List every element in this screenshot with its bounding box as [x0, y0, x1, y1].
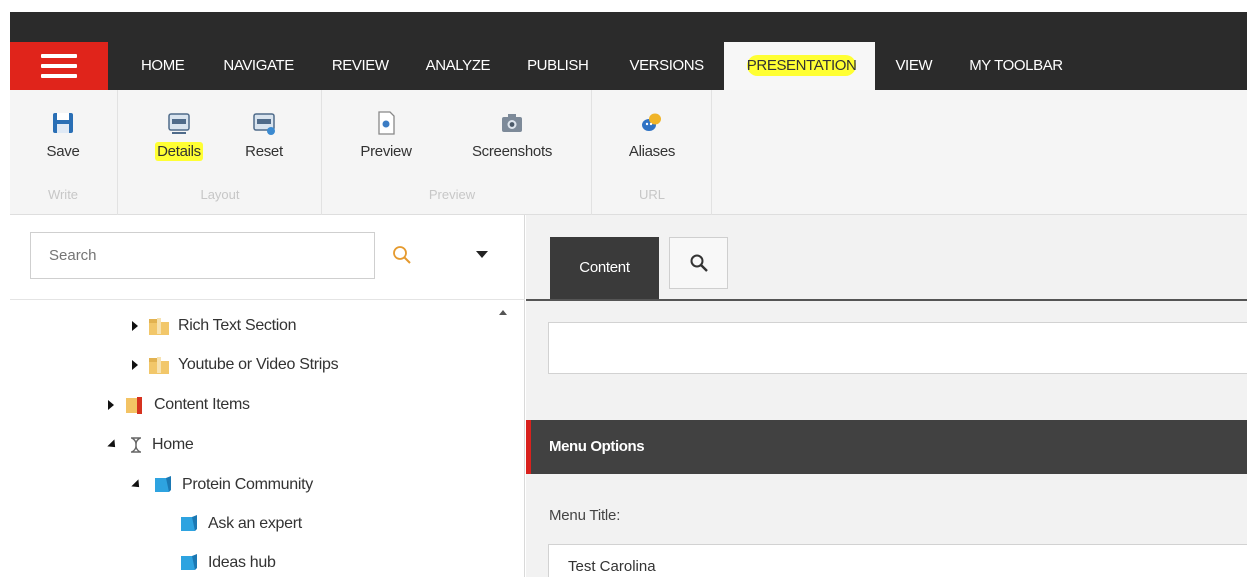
tree-item-ask-an-expert[interactable]: Ask an expert [178, 512, 302, 536]
aliases-button[interactable]: Aliases [617, 110, 687, 160]
camera-icon [502, 114, 522, 132]
menu-bar-top-band [10, 12, 1247, 42]
content-tree-panel: Rich Text Section Youtube or Video Strip… [10, 215, 525, 577]
save-label: Save [46, 143, 80, 160]
screenshots-button[interactable]: Screenshots [452, 110, 572, 160]
tab-navigate[interactable]: NAVIGATE [200, 42, 312, 90]
tree-search-box [30, 232, 375, 279]
tree-item-label: Ideas hub [208, 554, 276, 571]
tab-label: NAVIGATE [223, 57, 294, 74]
collapse-arrow-icon[interactable] [107, 439, 119, 451]
section-header-menu-options[interactable]: Menu Options [526, 420, 1247, 474]
group-label-preview: Preview [428, 187, 476, 202]
ribbon-group-url: Aliases URL [592, 90, 712, 215]
preview-icon [378, 111, 395, 135]
menu-title-label: Menu Title: [549, 507, 621, 524]
preview-label: Preview [360, 143, 412, 160]
save-icon [53, 113, 73, 133]
tab-presentation[interactable]: PRESENTATION [723, 42, 876, 90]
tab-analyze[interactable]: ANALYZE [407, 42, 507, 90]
tab-home[interactable]: HOME [108, 42, 200, 90]
expand-arrow-icon[interactable] [132, 321, 138, 331]
tab-publish[interactable]: PUBLISH [507, 42, 609, 90]
magnifier-icon [690, 254, 708, 272]
collapse-arrow-icon[interactable] [131, 479, 143, 491]
masks-icon [642, 113, 661, 131]
tree-item-label: Protein Community [182, 476, 313, 493]
tab-label: MY TOOLBAR [969, 57, 1063, 74]
tab-label: VERSIONS [629, 57, 704, 74]
search-options-dropdown-icon[interactable] [476, 251, 488, 258]
tab-review[interactable]: REVIEW [313, 42, 407, 90]
tree-item-label: Youtube or Video Strips [178, 356, 339, 373]
page-icon [155, 476, 171, 492]
content-editor-panel: Content Menu Options Menu Title: Test Ca… [526, 215, 1247, 577]
details-button[interactable]: Details [144, 110, 214, 161]
text-field[interactable] [548, 322, 1247, 374]
section-title: Menu Options [549, 438, 645, 455]
tree-item-youtube-or-video-strips[interactable]: Youtube or Video Strips [132, 353, 339, 377]
page-icon [181, 554, 197, 570]
tree-item-label: Content Items [154, 396, 250, 413]
aliases-label: Aliases [628, 143, 676, 160]
content-tab-label: Content [579, 259, 630, 276]
tab-label: REVIEW [331, 57, 389, 74]
search-tab[interactable] [669, 237, 728, 289]
tab-label: ANALYZE [425, 57, 491, 74]
hamburger-menu-button[interactable] [10, 42, 108, 90]
home-node-icon [131, 437, 141, 453]
menu-title-value: Test Carolina [568, 558, 656, 575]
tab-label: VIEW [895, 57, 933, 74]
group-label-write: Write [47, 187, 79, 202]
ribbon-group-preview: Preview Screenshots Preview [322, 90, 592, 215]
ribbon-toolbar: Save Write Details Reset Layout Preview … [10, 90, 1247, 215]
tab-label: PUBLISH [527, 57, 589, 74]
tab-label: PRESENTATION [746, 55, 857, 76]
reset-label: Reset [245, 143, 283, 160]
details-label: Details [155, 142, 203, 161]
ribbon-group-layout: Details Reset Layout [118, 90, 322, 215]
layout-reset-icon [253, 113, 275, 135]
reset-button[interactable]: Reset [234, 110, 294, 160]
tree-item-content-items[interactable]: Content Items [108, 393, 250, 417]
menu-title-input[interactable]: Test Carolina [548, 544, 1247, 577]
page-icon [181, 515, 197, 531]
screenshots-label: Screenshots [471, 143, 553, 160]
group-label-layout: Layout [200, 187, 240, 202]
tree-item-label: Home [152, 436, 194, 453]
tree-item-label: Ask an expert [208, 515, 302, 532]
expand-arrow-icon[interactable] [132, 360, 138, 370]
tab-underline [526, 299, 1247, 301]
search-icon[interactable] [390, 243, 414, 267]
tab-versions[interactable]: VERSIONS [609, 42, 723, 90]
tree-item-rich-text-section[interactable]: Rich Text Section [132, 314, 297, 338]
tree-divider [10, 299, 525, 300]
tree-item-protein-community[interactable]: Protein Community [131, 473, 313, 497]
window-top-strip [0, 0, 1247, 12]
tab-view[interactable]: VIEW [875, 42, 949, 90]
save-button[interactable]: Save [40, 110, 86, 160]
tree-item-label: Rich Text Section [178, 317, 297, 334]
expand-arrow-icon[interactable] [108, 400, 114, 410]
ribbon-tabs: HOME NAVIGATE REVIEW ANALYZE PUBLISH VER… [108, 42, 1063, 90]
hamburger-icon [41, 54, 77, 78]
flag-icon [126, 397, 142, 414]
folder-icon [149, 318, 169, 335]
folder-icon [149, 357, 169, 374]
preview-button[interactable]: Preview [350, 110, 422, 160]
group-label-url: URL [638, 187, 665, 202]
layout-details-icon [168, 113, 190, 134]
tree-item-home[interactable]: Home [107, 433, 194, 457]
tab-label: HOME [141, 57, 185, 74]
tree-search-input[interactable] [31, 233, 371, 278]
scroll-up-arrow-icon[interactable] [499, 310, 507, 315]
top-menu-bar: HOME NAVIGATE REVIEW ANALYZE PUBLISH VER… [10, 12, 1247, 90]
tab-my-toolbar[interactable]: MY TOOLBAR [949, 42, 1063, 90]
ribbon-group-write: Save Write [10, 90, 118, 215]
tab-content[interactable]: Content [550, 237, 659, 299]
tree-item-ideas-hub[interactable]: Ideas hub [178, 551, 276, 575]
